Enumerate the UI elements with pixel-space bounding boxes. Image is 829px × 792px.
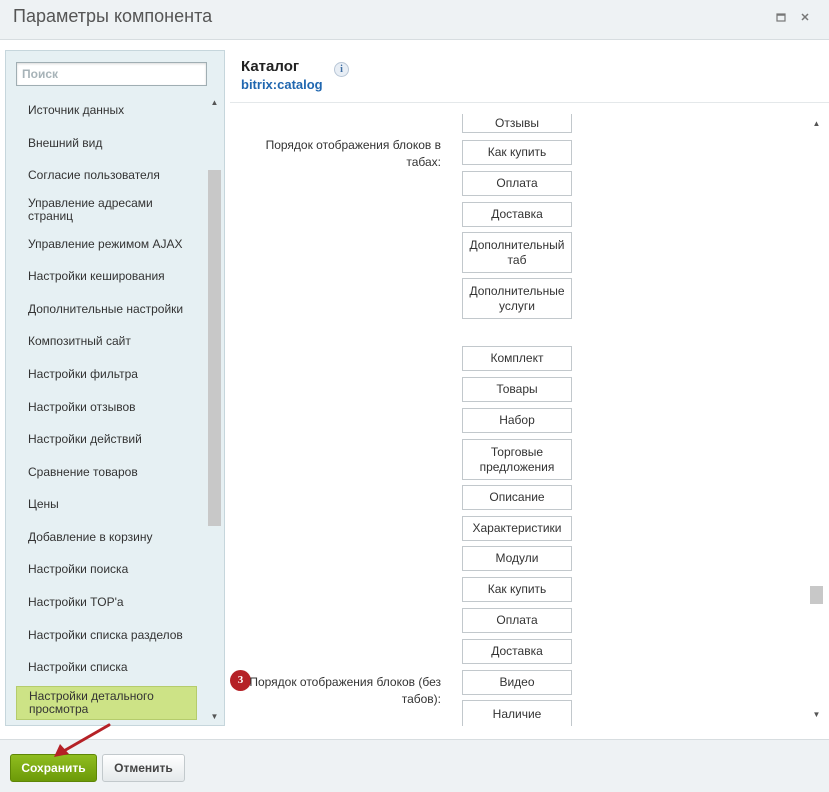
tab-block-item[interactable]: Дополнительные услуги	[462, 278, 572, 319]
scroll-down-arrow-icon[interactable]: ▼	[210, 712, 219, 721]
sidebar-item-extra-settings[interactable]: Дополнительные настройки	[16, 303, 196, 316]
sidebar-item-ajax-mode[interactable]: Управление режимом AJAX	[16, 238, 196, 251]
sidebar-item-list[interactable]: Настройки списка	[16, 661, 196, 674]
settings-sidebar: Источник данных Внешний вид Согласие пол…	[5, 50, 225, 726]
sidebar-item-section-list[interactable]: Настройки списка разделов	[16, 629, 196, 642]
notabs-order-label: Порядок отображения блоков (без табов):	[249, 675, 441, 706]
component-code: bitrix:catalog	[241, 77, 323, 92]
scroll-up-arrow-icon[interactable]: ▲	[812, 119, 821, 128]
scroll-up-arrow-icon[interactable]: ▲	[210, 98, 219, 107]
tab-block-item[interactable]: Как купить	[462, 140, 572, 165]
notab-block-item[interactable]: Доставка	[462, 639, 572, 664]
notab-block-item[interactable]: Как купить	[462, 577, 572, 602]
header-divider	[230, 102, 829, 103]
tabs-order-label: Порядок отображения блоков в табах:	[265, 138, 441, 169]
tab-block-item[interactable]: Оплата	[462, 171, 572, 196]
restore-icon[interactable]	[775, 12, 787, 24]
sidebar-item-appearance[interactable]: Внешний вид	[16, 137, 196, 150]
notab-block-item[interactable]: Товары	[462, 377, 572, 402]
sidebar-item-filter[interactable]: Настройки фильтра	[16, 368, 196, 381]
tab-block-item[interactable]: Отзывы	[462, 114, 572, 133]
main-scrollbar[interactable]: ▲ ▼	[809, 114, 824, 726]
sidebar-item-data-source[interactable]: Источник данных	[16, 104, 196, 117]
tab-block-item[interactable]: Доставка	[462, 202, 572, 227]
cancel-button[interactable]: Отменить	[102, 754, 185, 782]
tab-block-item[interactable]: Дополнительный таб	[462, 232, 572, 273]
sidebar-item-reviews[interactable]: Настройки отзывов	[16, 401, 196, 414]
notab-block-item[interactable]: Торговые предложения	[462, 439, 572, 480]
scroll-down-arrow-icon[interactable]: ▼	[812, 710, 821, 719]
sidebar-item-user-consent[interactable]: Согласие пользователя	[16, 169, 196, 182]
notab-block-item[interactable]: Описание	[462, 485, 572, 510]
dialog-title: Параметры компонента	[13, 6, 213, 26]
notab-block-item[interactable]: Видео	[462, 670, 572, 695]
notab-block-item[interactable]: Набор	[462, 408, 572, 433]
notab-block-item[interactable]: Комплект	[462, 346, 572, 371]
notab-block-item[interactable]: Наличие	[462, 700, 572, 726]
search-input[interactable]	[16, 62, 207, 86]
sidebar-item-composite-site[interactable]: Композитный сайт	[16, 335, 196, 348]
params-panel: Порядок отображения блоков в табах: Отзы…	[230, 114, 810, 726]
sidebar-scroll-thumb[interactable]	[208, 170, 221, 526]
sidebar-item-search[interactable]: Настройки поиска	[16, 563, 196, 576]
sidebar-item-top[interactable]: Настройки TOP'а	[16, 596, 196, 609]
sidebar-item-detail-view[interactable]: Настройки детального просмотра	[16, 686, 197, 720]
info-icon[interactable]: i	[334, 62, 349, 77]
sidebar-item-caching[interactable]: Настройки кеширования	[16, 270, 196, 283]
sidebar-scrollbar[interactable]: ▲ ▼	[207, 95, 222, 723]
annotation-arrow-icon	[54, 723, 111, 757]
notab-block-item[interactable]: Оплата	[462, 608, 572, 633]
sidebar-nav: Источник данных Внешний вид Согласие пол…	[6, 95, 207, 723]
sidebar-item-actions[interactable]: Настройки действий	[16, 433, 196, 446]
dialog-titlebar: Параметры компонента	[0, 0, 829, 40]
dialog-footer: Сохранить Отменить	[0, 739, 829, 792]
main-scroll-thumb[interactable]	[810, 586, 823, 604]
close-icon[interactable]	[799, 12, 811, 24]
sidebar-item-add-to-cart[interactable]: Добавление в корзину	[16, 531, 196, 544]
sidebar-item-url-management[interactable]: Управление адресами страниц	[16, 197, 196, 223]
notab-block-item[interactable]: Характеристики	[462, 516, 572, 541]
sidebar-item-prices[interactable]: Цены	[16, 498, 196, 511]
notab-block-item[interactable]: Модули	[462, 546, 572, 571]
component-name: Каталог	[241, 58, 300, 75]
sidebar-item-compare[interactable]: Сравнение товаров	[16, 466, 196, 479]
